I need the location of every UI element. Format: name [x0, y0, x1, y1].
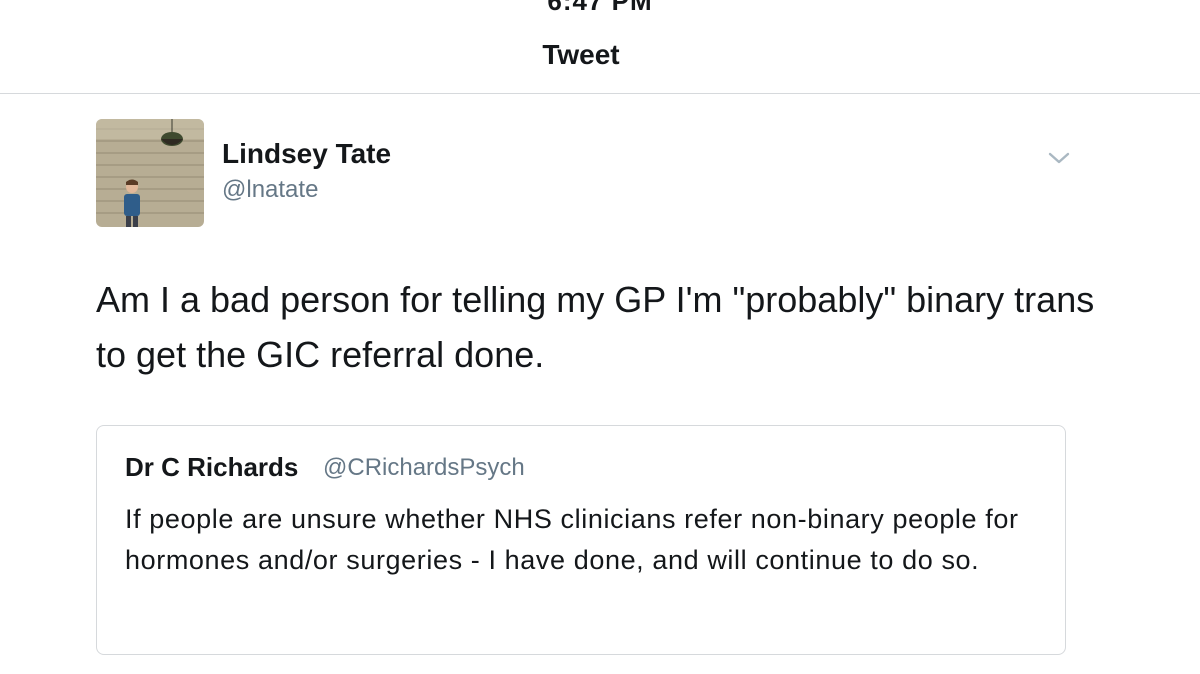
chevron-down-icon[interactable] [1046, 148, 1072, 168]
quoted-tweet-text: If people are unsure whether NHS clinici… [125, 504, 1019, 575]
quoted-tweet-card[interactable]: Dr C Richards @CRichardsPsych If people … [96, 425, 1066, 655]
tweet-text: Am I a bad person for telling my GP I'm … [96, 279, 1095, 375]
profile-photo-avatar [96, 119, 204, 227]
author-name[interactable]: Lindsey Tate [222, 138, 391, 170]
quoted-author-handle: @CRichardsPsych [323, 454, 525, 481]
page-title: Tweet [542, 39, 620, 70]
nav-bar: Tweet [0, 0, 1200, 94]
quoted-author-name: Dr C Richards [125, 452, 299, 482]
avatar[interactable] [96, 119, 204, 227]
author-handle[interactable]: @lnatate [222, 176, 318, 204]
